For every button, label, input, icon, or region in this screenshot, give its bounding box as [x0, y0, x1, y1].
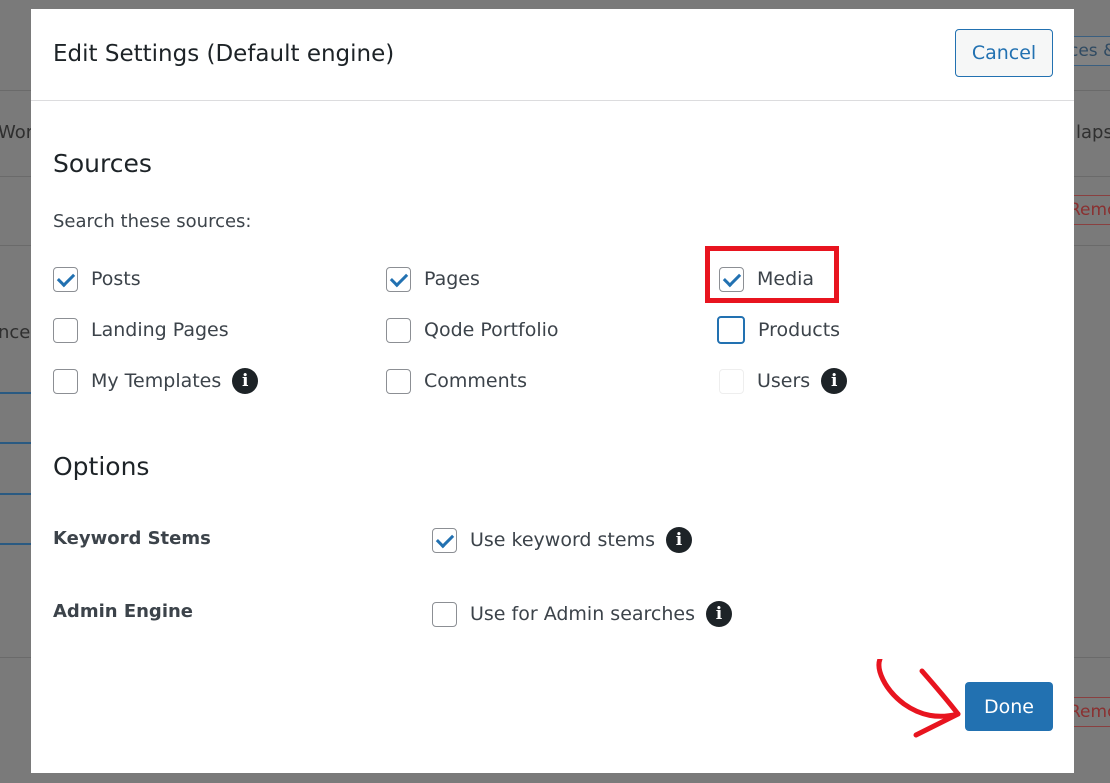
source-posts[interactable]: Posts: [53, 264, 141, 294]
landing-pages-checkbox[interactable]: [53, 317, 78, 343]
media-highlight-box: [705, 246, 839, 303]
bg-divider: [0, 90, 31, 91]
source-users[interactable]: Users i: [719, 366, 848, 396]
sources-subtext: Search these sources:: [53, 211, 252, 232]
bg-divider: [1074, 245, 1110, 246]
bg-blue-line: [0, 493, 31, 495]
source-pages[interactable]: Pages: [386, 264, 480, 294]
info-icon[interactable]: i: [665, 527, 692, 553]
users-checkbox[interactable]: [719, 368, 744, 394]
my-templates-checkbox[interactable]: [53, 368, 78, 394]
admin-searches-checkbox[interactable]: [432, 601, 457, 627]
bg-divider: [1074, 657, 1110, 658]
bg-divider: [0, 657, 31, 658]
source-products[interactable]: Products: [717, 315, 840, 345]
bg-divider: [0, 245, 31, 246]
keyword-stems-option[interactable]: Use keyword stems i: [432, 525, 692, 555]
comments-checkbox[interactable]: [386, 368, 411, 394]
qode-portfolio-checkbox[interactable]: [386, 317, 411, 343]
products-label: Products: [758, 319, 841, 341]
source-comments[interactable]: Comments: [386, 366, 527, 396]
bg-right-text: laps: [1076, 122, 1110, 143]
source-landing-pages[interactable]: Landing Pages: [53, 315, 229, 345]
admin-searches-checkbox-label: Use for Admin searches: [470, 603, 695, 625]
keyword-stems-checkbox-label: Use keyword stems: [470, 529, 655, 551]
bg-divider: [1074, 90, 1110, 91]
admin-engine-label: Admin Engine: [53, 601, 194, 622]
pages-label: Pages: [424, 268, 480, 290]
posts-label: Posts: [91, 268, 141, 290]
keyword-stems-label: Keyword Stems: [53, 528, 211, 549]
source-qode-portfolio[interactable]: Qode Portfolio: [386, 315, 559, 345]
cancel-button[interactable]: Cancel: [955, 29, 1053, 77]
edit-settings-modal: Edit Settings (Default engine) Cancel So…: [31, 9, 1074, 773]
bg-left-text: nce: [0, 322, 31, 343]
pages-checkbox[interactable]: [386, 266, 411, 292]
red-curved-arrow-icon: [876, 659, 961, 738]
bg-blue-line: [0, 392, 31, 394]
sources-heading: Sources: [53, 149, 152, 178]
posts-checkbox[interactable]: [53, 266, 78, 292]
bg-blue-line: [0, 442, 31, 444]
info-icon[interactable]: i: [706, 601, 732, 627]
products-checkbox[interactable]: [717, 316, 745, 344]
bg-divider: [0, 176, 31, 177]
bg-left-text: Wor: [0, 122, 34, 143]
admin-engine-option[interactable]: Use for Admin searches i: [432, 599, 732, 629]
bg-divider: [1074, 176, 1110, 177]
qode-portfolio-label: Qode Portfolio: [424, 319, 559, 341]
source-my-templates[interactable]: My Templates i: [53, 366, 259, 396]
keyword-stems-checkbox[interactable]: [432, 527, 457, 553]
users-label: Users: [757, 370, 811, 392]
landing-pages-label: Landing Pages: [91, 319, 229, 341]
done-button[interactable]: Done: [965, 682, 1053, 731]
modal-header: Edit Settings (Default engine) Cancel: [31, 9, 1074, 101]
bg-blue-line: [0, 543, 31, 545]
my-templates-label: My Templates: [91, 370, 222, 392]
info-icon[interactable]: i: [232, 368, 259, 394]
options-heading: Options: [53, 452, 150, 481]
info-icon[interactable]: i: [821, 368, 848, 394]
comments-label: Comments: [424, 370, 527, 392]
modal-title: Edit Settings (Default engine): [53, 41, 395, 67]
